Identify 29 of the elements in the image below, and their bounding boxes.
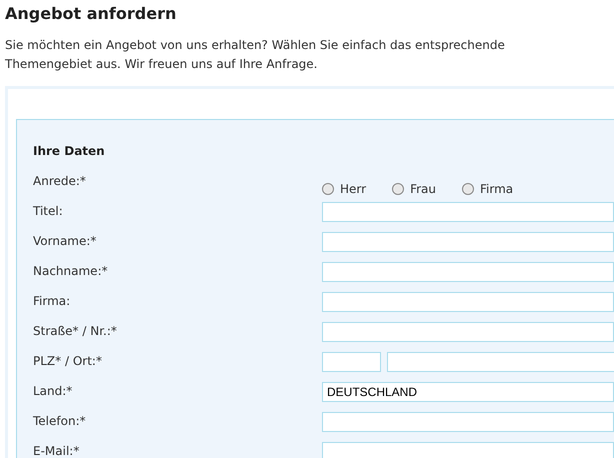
field-label: Nachname:* [33,263,109,280]
section-title: Ihre Daten [33,143,106,160]
input-field[interactable] [387,352,614,372]
field-label: Straße* / Nr.:* [33,323,118,340]
input-field[interactable] [322,232,614,252]
input-field[interactable] [322,202,614,222]
intro-text: Sie möchten ein Angebot von uns erhalten? Wählen Sie einfach das entsprechende Themengebiet aus. Wir freuen uns auf Ihre Anfrage. [5,37,506,73]
input-field[interactable]: DEUTSCHLAND [322,382,614,402]
field-label: Vorname:* [33,233,98,250]
field-label: Anrede:* [33,173,87,190]
field-label: Telefon:* [33,413,87,430]
radio-label: Firma [480,181,514,198]
field-label: PLZ* / Ort:* [33,353,103,370]
field-label: Land:* [33,383,74,400]
page-title: Angebot anfordern [5,3,178,25]
radio-button[interactable] [462,183,474,195]
field-label: Firma: [33,293,72,310]
input-field[interactable] [322,352,381,372]
input-field[interactable] [322,262,614,282]
radio-label: Frau [410,181,436,198]
field-label: E-Mail:* [33,443,80,458]
radio-button[interactable] [322,183,334,195]
radio-button[interactable] [392,183,404,195]
input-field[interactable] [322,322,614,342]
field-label: Titel: [33,203,64,220]
input-field[interactable] [322,292,614,312]
input-field[interactable] [322,442,614,458]
input-field[interactable] [322,412,614,432]
radio-label: Herr [340,181,366,198]
